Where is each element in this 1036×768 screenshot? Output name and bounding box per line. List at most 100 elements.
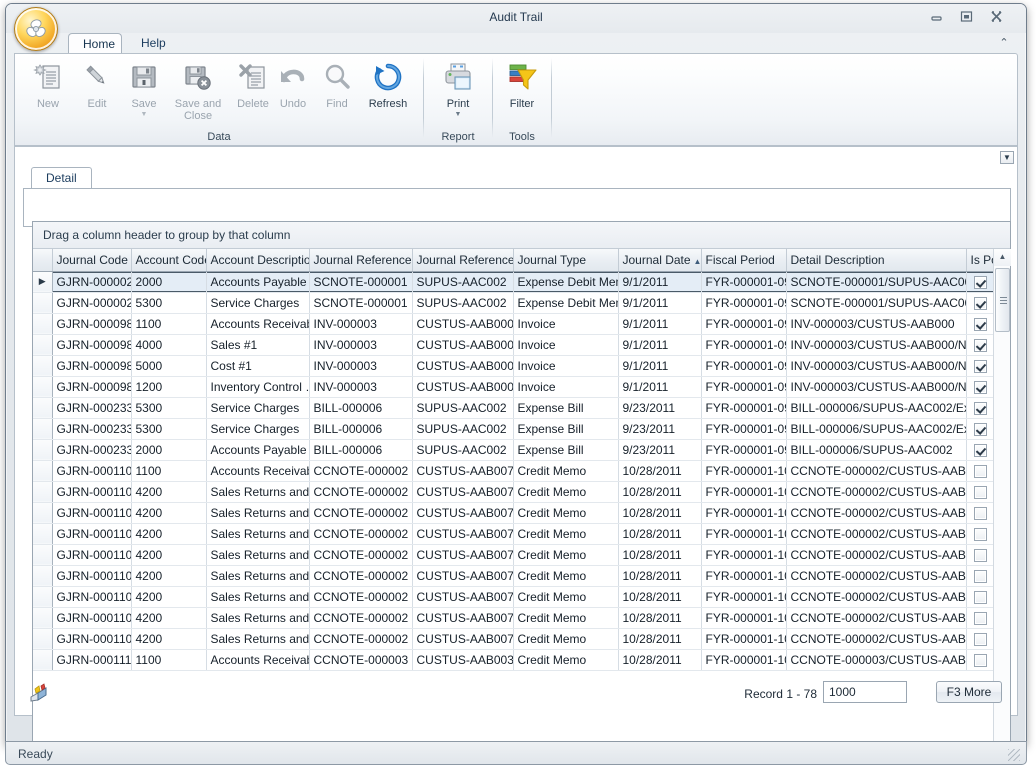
- cell-journal_date[interactable]: 9/23/2011: [618, 418, 702, 440]
- cell-journal_reference[interactable]: BILL-000006: [309, 397, 413, 419]
- cell-journal_type[interactable]: Invoice: [513, 376, 619, 398]
- save-and-close-button[interactable]: Save and Close: [167, 58, 229, 122]
- cell-account_code[interactable]: 1100: [131, 460, 207, 482]
- cell-journal_reference2[interactable]: CUSTUS-AAB007: [412, 544, 514, 566]
- cell-account_description[interactable]: Cost #1: [206, 355, 310, 377]
- row-indicator[interactable]: [33, 397, 53, 419]
- cell-is_posted[interactable]: [966, 523, 995, 545]
- cell-fiscal_period[interactable]: FYR-000001-09: [701, 376, 787, 398]
- cell-detail_description[interactable]: INV-000003/CUSTUS-AAB000/N…: [786, 334, 967, 356]
- cell-journal_code[interactable]: GJRN-000098: [52, 355, 132, 377]
- cell-journal_reference2[interactable]: CUSTUS-AAB007: [412, 481, 514, 503]
- table-row[interactable]: GJRN-000111 1100 Accounts Receivable CCNOTE…: [33, 649, 995, 671]
- cell-is_posted[interactable]: [966, 649, 995, 671]
- is-posted-checkbox[interactable]: [973, 443, 987, 457]
- cell-account_code[interactable]: 4000: [131, 334, 207, 356]
- cell-journal_code[interactable]: GJRN-000110: [52, 565, 132, 587]
- cell-detail_description[interactable]: BILL-000006/SUPUS-AAC002: [786, 439, 967, 461]
- tab-home[interactable]: Home: [68, 33, 122, 54]
- table-row[interactable]: GJRN-000233 2000 Accounts Payable BILL-0000…: [33, 439, 995, 461]
- table-row[interactable]: ▶ GJRN-000002 2000 Accounts Payable SCNOTE-0…: [33, 271, 995, 293]
- cell-is_posted[interactable]: [966, 628, 995, 650]
- cell-journal_date[interactable]: 10/28/2011: [618, 649, 702, 671]
- cell-account_description[interactable]: Accounts Receivable: [206, 313, 310, 335]
- cell-fiscal_period[interactable]: FYR-000001-10: [701, 502, 787, 524]
- grid-vertical-scrollbar[interactable]: ▲ ▼: [993, 249, 1011, 744]
- cell-detail_description[interactable]: CCNOTE-000002/CUSTUS-AAB…: [786, 460, 967, 482]
- column-header-fiscal_period[interactable]: Fiscal Period: [701, 249, 787, 272]
- cell-detail_description[interactable]: SCNOTE-000001/SUPUS-AAC002/: [786, 271, 967, 293]
- edit-button[interactable]: Edit: [75, 58, 119, 110]
- cell-detail_description[interactable]: BILL-000006/SUPUS-AAC002/Ex…: [786, 418, 967, 440]
- cell-journal_date[interactable]: 9/1/2011: [618, 313, 702, 335]
- cell-account_code[interactable]: 2000: [131, 439, 207, 461]
- cell-is_posted[interactable]: [966, 313, 995, 335]
- is-posted-checkbox[interactable]: [973, 485, 987, 499]
- cell-journal_reference[interactable]: CCNOTE-000002: [309, 523, 413, 545]
- cell-account_code[interactable]: 2000: [131, 271, 207, 293]
- cell-journal_reference[interactable]: SCNOTE-000001: [309, 292, 413, 314]
- cell-journal_reference[interactable]: CCNOTE-000002: [309, 460, 413, 482]
- row-indicator[interactable]: [33, 607, 53, 629]
- cell-journal_reference2[interactable]: CUSTUS-AAB000: [412, 376, 514, 398]
- cell-detail_description[interactable]: CCNOTE-000002/CUSTUS-AAB…: [786, 481, 967, 503]
- cell-journal_date[interactable]: 9/23/2011: [618, 439, 702, 461]
- cell-account_description[interactable]: Service Charges: [206, 418, 310, 440]
- cell-detail_description[interactable]: SCNOTE-000001/SUPUS-AAC00…: [786, 292, 967, 314]
- cell-detail_description[interactable]: INV-000003/CUSTUS-AAB000: [786, 313, 967, 335]
- cell-detail_description[interactable]: CCNOTE-000002/CUSTUS-AAB…: [786, 544, 967, 566]
- row-indicator[interactable]: [33, 439, 53, 461]
- pane-scroll-down-button[interactable]: ▼: [1000, 151, 1014, 164]
- cell-fiscal_period[interactable]: FYR-000001-10: [701, 565, 787, 587]
- table-row[interactable]: GJRN-000002 5300 Service Charges SCNOTE-000…: [33, 292, 995, 314]
- cell-journal_date[interactable]: 10/28/2011: [618, 544, 702, 566]
- book-icon[interactable]: [29, 683, 49, 708]
- cell-journal_type[interactable]: Expense Debit Memo: [513, 292, 619, 314]
- row-indicator[interactable]: [33, 460, 53, 482]
- table-row[interactable]: GJRN-000233 5300 Service Charges BILL-00000…: [33, 418, 995, 440]
- print-dropdown-arrow-icon[interactable]: ▼: [432, 111, 484, 119]
- cell-fiscal_period[interactable]: FYR-000001-10: [701, 481, 787, 503]
- cell-journal_reference2[interactable]: CUSTUS-AAB007: [412, 460, 514, 482]
- cell-is_posted[interactable]: [966, 481, 995, 503]
- tab-detail[interactable]: Detail: [31, 167, 92, 189]
- cell-journal_type[interactable]: Credit Memo: [513, 628, 619, 650]
- tab-help[interactable]: Help: [127, 33, 172, 54]
- cell-account_description[interactable]: Sales Returns and …: [206, 502, 310, 524]
- table-row[interactable]: GJRN-000233 5300 Service Charges BILL-00000…: [33, 397, 995, 419]
- cell-journal_type[interactable]: Invoice: [513, 313, 619, 335]
- cell-journal_reference[interactable]: CCNOTE-000002: [309, 607, 413, 629]
- cell-journal_date[interactable]: 9/23/2011: [618, 397, 702, 419]
- cell-is_posted[interactable]: [966, 565, 995, 587]
- cell-account_code[interactable]: 4200: [131, 565, 207, 587]
- cell-journal_type[interactable]: Expense Bill: [513, 397, 619, 419]
- column-header-detail_description[interactable]: Detail Description: [786, 249, 967, 272]
- table-row[interactable]: GJRN-000098 5000 Cost #1 INV-000003 CUSTUS-A…: [33, 355, 995, 377]
- cell-journal_reference[interactable]: INV-000003: [309, 376, 413, 398]
- column-header-journal_reference[interactable]: Journal Reference: [309, 249, 413, 272]
- cell-journal_code[interactable]: GJRN-000110: [52, 481, 132, 503]
- cell-is_posted[interactable]: [966, 271, 995, 293]
- row-indicator[interactable]: [33, 313, 53, 335]
- cell-journal_reference[interactable]: CCNOTE-000002: [309, 628, 413, 650]
- cell-account_description[interactable]: Sales Returns and …: [206, 565, 310, 587]
- row-indicator[interactable]: [33, 292, 53, 314]
- table-row[interactable]: GJRN-000110 4200 Sales Returns and … CCNOTE…: [33, 586, 995, 608]
- is-posted-checkbox[interactable]: [973, 506, 987, 520]
- cell-journal_reference[interactable]: INV-000003: [309, 355, 413, 377]
- cell-is_posted[interactable]: [966, 418, 995, 440]
- cell-detail_description[interactable]: CCNOTE-000002/CUSTUS-AAB…: [786, 628, 967, 650]
- cell-detail_description[interactable]: INV-000003/CUSTUS-AAB000/N…: [786, 376, 967, 398]
- cell-journal_code[interactable]: GJRN-000233: [52, 418, 132, 440]
- cell-journal_date[interactable]: 9/1/2011: [618, 376, 702, 398]
- cell-fiscal_period[interactable]: FYR-000001-10: [701, 649, 787, 671]
- save-dropdown-arrow-icon[interactable]: ▼: [121, 111, 167, 119]
- cell-account_description[interactable]: Sales Returns and …: [206, 544, 310, 566]
- cell-journal_reference[interactable]: BILL-000006: [309, 439, 413, 461]
- cell-journal_code[interactable]: GJRN-000110: [52, 628, 132, 650]
- is-posted-checkbox[interactable]: [973, 548, 987, 562]
- cell-detail_description[interactable]: BILL-000006/SUPUS-AAC002/Ex…: [786, 397, 967, 419]
- cell-journal_reference2[interactable]: CUSTUS-AAB007: [412, 628, 514, 650]
- cell-journal_reference2[interactable]: CUSTUS-AAB007: [412, 523, 514, 545]
- cell-account_description[interactable]: Service Charges: [206, 397, 310, 419]
